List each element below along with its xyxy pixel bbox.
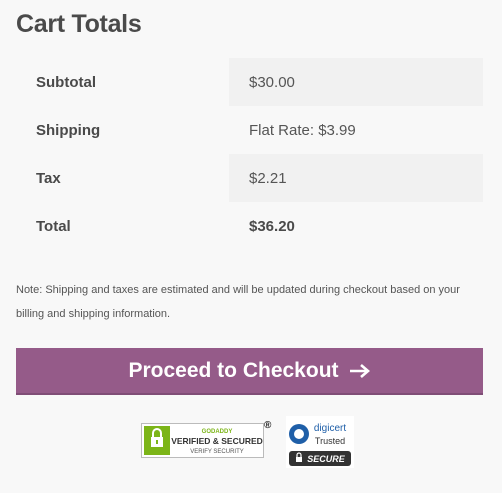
subtotal-value: $30.00 [229,58,483,106]
subtotal-label: Subtotal [36,73,96,91]
cart-totals-panel: Cart Totals Subtotal $30.00 Shipping Fla… [0,0,502,493]
cart-totals-title: Cart Totals [16,10,142,38]
tax-value: $2.21 [229,154,483,202]
shipping-value: Flat Rate: $3.99 [229,106,483,154]
godaddy-brand: GODADDY [202,429,233,435]
checkout-button-label: Proceed to Checkout [128,358,339,382]
shipping-label: Shipping [36,121,101,139]
godaddy-line2: VERIFY SECURITY [190,449,244,455]
subtotal-row: Subtotal $30.00 [16,58,483,106]
total-value: $36.20 [229,202,483,250]
digicert-secure: SECURE [307,454,346,464]
total-row: Total $36.20 [16,202,483,250]
arrow-right-icon [349,363,371,379]
registered-mark: ® [264,420,272,431]
digicert-trusted-seal[interactable]: digicert Trusted SECURE [286,416,354,468]
digicert-trusted: Trusted [315,436,345,446]
total-label: Total [36,217,71,235]
totals-table: Subtotal $30.00 Shipping Flat Rate: $3.9… [16,58,483,250]
digicert-brand: digicert [314,423,346,434]
tax-label: Tax [36,169,61,187]
tax-row: Tax $2.21 [16,154,483,202]
godaddy-verified-seal[interactable]: GODADDY VERIFIED & SECURED VERIFY SECURI… [141,423,264,458]
shipping-note: Note: Shipping and taxes are estimated a… [16,284,460,320]
godaddy-line1: VERIFIED & SECURED [171,436,263,446]
proceed-to-checkout-button[interactable]: Proceed to Checkout [16,348,483,395]
shipping-row: Shipping Flat Rate: $3.99 [16,106,483,154]
